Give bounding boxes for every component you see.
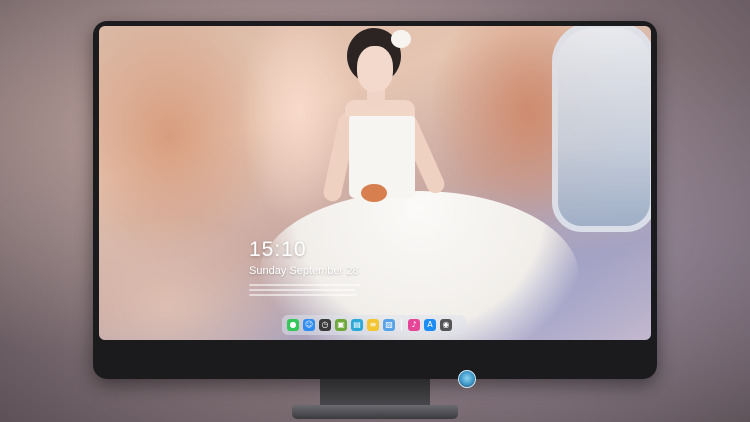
camera-icon[interactable]: ◉ (440, 319, 452, 331)
notification-line (249, 294, 357, 296)
finder-icon[interactable]: ☺ (303, 319, 315, 331)
monitor-stand-neck (320, 379, 430, 407)
notification-line (249, 289, 355, 291)
clock-icon[interactable]: ◷ (319, 319, 331, 331)
lock-screen-clock: 15:10 (249, 238, 307, 261)
dock-separator (401, 319, 402, 331)
ornate-mirror (552, 26, 651, 232)
woman-in-white-dress (259, 26, 579, 340)
monitor-logo (458, 370, 476, 388)
face (357, 46, 393, 92)
notification-line (249, 284, 361, 286)
dress-bodice (349, 110, 415, 198)
monitor-stand-base (292, 405, 458, 419)
claquette-icon[interactable]: ▤ (351, 319, 363, 331)
app-store-icon[interactable]: A (424, 319, 436, 331)
lock-screen: 15:10 Sunday September 28 (99, 26, 651, 340)
messages-icon[interactable]: ● (287, 319, 299, 331)
preview-icon[interactable]: ▣ (335, 319, 347, 331)
hair-flower (391, 30, 411, 48)
hands-holding-flower (361, 184, 387, 202)
lock-screen-date: Sunday September 28 (249, 265, 359, 277)
dock: ● ☺ ◷ ▣ ▤ ≡ ▧ ♪ A ◉ (282, 315, 466, 335)
notes-icon[interactable]: ≡ (367, 319, 379, 331)
music-icon[interactable]: ♪ (408, 319, 420, 331)
photos-icon[interactable]: ▧ (383, 319, 395, 331)
